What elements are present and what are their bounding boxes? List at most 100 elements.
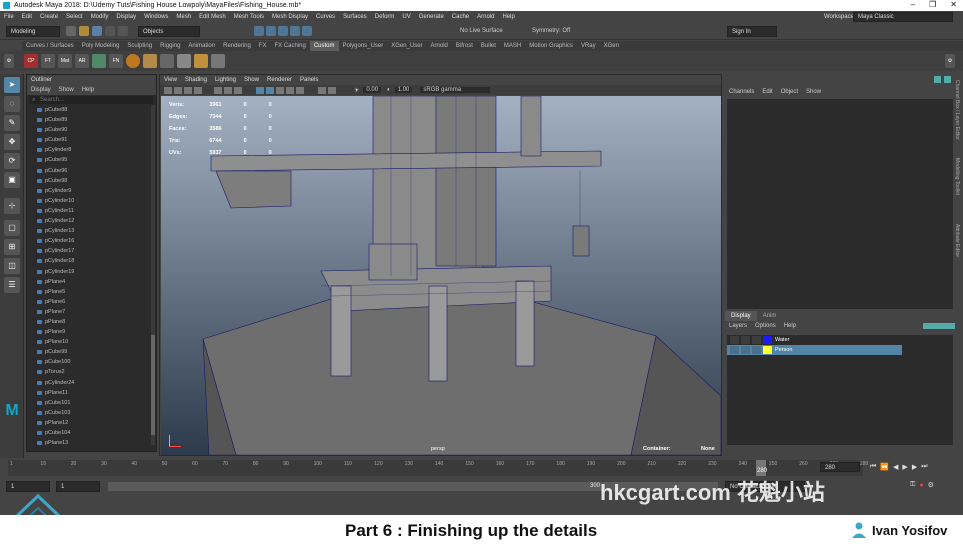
- step-forward-frame-icon[interactable]: ▶: [912, 463, 917, 471]
- shelf-tab[interactable]: Arnold: [427, 41, 452, 51]
- shelf-tab-custom[interactable]: Custom: [309, 41, 339, 51]
- snap-view-icon[interactable]: [290, 26, 300, 36]
- live-surface-label[interactable]: No Live Surface: [460, 28, 503, 34]
- outliner-item[interactable]: pCylinder24: [27, 378, 156, 388]
- outliner-search-input[interactable]: ⌕ Search...: [30, 96, 153, 104]
- viewport-canvas[interactable]: Verts: 3961 0 0 Edges: 7344 0 0 Faces: 3586 0 0 Tris…: [161, 96, 721, 455]
- layer-row-water[interactable]: Water: [727, 335, 902, 345]
- outliner-item[interactable]: pPlane12: [27, 418, 156, 428]
- four-view-layout-icon[interactable]: ⊞: [4, 239, 20, 255]
- shelf-tab[interactable]: Animation: [184, 41, 219, 51]
- new-layer-icon[interactable]: [939, 323, 947, 329]
- snap-surface-icon[interactable]: [302, 26, 312, 36]
- side-tab-attribute-editor[interactable]: Attribute Editor: [954, 224, 960, 274]
- outliner-layout-icon[interactable]: ☰: [4, 277, 20, 293]
- undo-icon[interactable]: [105, 26, 115, 36]
- shelf-tab[interactable]: Motion Graphics: [525, 41, 577, 51]
- workspace-select[interactable]: Maya Classic: [853, 12, 953, 22]
- shelf-button-ar[interactable]: AR: [75, 54, 89, 68]
- play-forward-icon[interactable]: ▶: [902, 463, 907, 471]
- symmetry-label[interactable]: Symmetry: Off: [532, 28, 570, 34]
- viewport-menu-view[interactable]: View: [160, 75, 181, 85]
- menu-windows[interactable]: Windows: [140, 11, 172, 23]
- sign-in-button[interactable]: Sign In: [727, 26, 777, 37]
- outliner-item[interactable]: pPlane13: [27, 438, 156, 448]
- snap-curve-icon[interactable]: [266, 26, 276, 36]
- outliner-item[interactable]: pCube100: [27, 357, 156, 367]
- viewport-menu-shading[interactable]: Shading: [181, 75, 211, 85]
- menu-cache[interactable]: Cache: [448, 11, 473, 23]
- shelf-crate-icon[interactable]: [143, 54, 157, 68]
- outliner-item[interactable]: pCylinder8: [27, 145, 156, 155]
- outliner-item[interactable]: pCylinder17: [27, 246, 156, 256]
- new-layer-selected-icon[interactable]: [947, 323, 955, 329]
- viewport-menu-panels[interactable]: Panels: [296, 75, 322, 85]
- snap-grid-icon[interactable]: [254, 26, 264, 36]
- outliner-item[interactable]: pCube96: [27, 166, 156, 176]
- outliner-item[interactable]: pCylinder12: [27, 216, 156, 226]
- shelf-button-ft[interactable]: FT: [41, 54, 55, 68]
- paint-select-tool-icon[interactable]: ✎: [4, 115, 20, 131]
- save-scene-icon[interactable]: [92, 26, 102, 36]
- shelf-cube-icon[interactable]: [92, 54, 106, 68]
- outliner-item[interactable]: pCube88: [27, 105, 156, 115]
- side-tab-channel-box[interactable]: Channel Box / Layer Editor: [954, 80, 960, 150]
- preferences-icon[interactable]: ⚙: [928, 481, 934, 489]
- redo-icon[interactable]: [118, 26, 128, 36]
- channel-menu-object[interactable]: Object: [777, 87, 802, 97]
- outliner-scrollbar[interactable]: [151, 105, 155, 445]
- outliner-item[interactable]: pCube95: [27, 155, 156, 165]
- shelf-sphere-icon[interactable]: [126, 54, 140, 68]
- maximize-button[interactable]: ❐: [929, 0, 936, 11]
- close-button[interactable]: ✕: [950, 0, 957, 11]
- move-tool-icon[interactable]: ✥: [4, 134, 20, 150]
- bookmarks-icon[interactable]: [184, 86, 192, 94]
- outliner-item[interactable]: pPlane6: [27, 297, 156, 307]
- menu-help[interactable]: Help: [498, 11, 518, 23]
- viewport-menu-lighting[interactable]: Lighting: [211, 75, 240, 85]
- current-frame-field[interactable]: 280: [820, 462, 860, 472]
- shelf-lattice-icon[interactable]: [177, 54, 191, 68]
- select-tool-icon[interactable]: ➤: [4, 77, 20, 93]
- menu-arnold[interactable]: Arnold: [473, 11, 498, 23]
- layer-tab-anim[interactable]: Anim: [757, 311, 783, 321]
- menu-uv[interactable]: UV: [398, 11, 414, 23]
- shelf-tab[interactable]: XGen: [600, 41, 623, 51]
- outliner-item[interactable]: pPlane7: [27, 307, 156, 317]
- shelf-button-mat[interactable]: Mat: [58, 54, 72, 68]
- outliner-item[interactable]: pCube99: [27, 347, 156, 357]
- outliner-menu-display[interactable]: Display: [27, 85, 55, 95]
- layer-color-swatch[interactable]: [763, 336, 772, 344]
- layer-menu-layers[interactable]: Layers: [725, 321, 751, 331]
- layer-row-person[interactable]: Person: [727, 345, 902, 355]
- outliner-item[interactable]: pPlane8: [27, 317, 156, 327]
- textured-icon[interactable]: [276, 86, 284, 94]
- lasso-tool-icon[interactable]: ◌: [4, 96, 20, 112]
- shelf-tab[interactable]: MASH: [500, 41, 525, 51]
- shelf-button-fn[interactable]: FN: [109, 54, 123, 68]
- menu-edit-mesh[interactable]: Edit Mesh: [195, 11, 230, 23]
- outliner-item[interactable]: pPlane11: [27, 388, 156, 398]
- menu-curves[interactable]: Curves: [312, 11, 339, 23]
- gamma-value[interactable]: 1.00: [394, 87, 413, 93]
- camera-attributes-icon[interactable]: [174, 86, 182, 94]
- menu-mesh-display[interactable]: Mesh Display: [268, 11, 312, 23]
- menu-mesh-tools[interactable]: Mesh Tools: [230, 11, 268, 23]
- side-tab-modelling-toolkit[interactable]: Modelling Toolkit: [954, 158, 960, 214]
- outliner-item[interactable]: pCylinder16: [27, 236, 156, 246]
- color-space-select[interactable]: sRGB gamma: [420, 87, 491, 93]
- shelf-tab[interactable]: Rendering: [219, 41, 255, 51]
- viewport-menu-renderer[interactable]: Renderer: [263, 75, 296, 85]
- new-scene-icon[interactable]: [66, 26, 76, 36]
- outliner-item[interactable]: pCube103: [27, 408, 156, 418]
- shelf-tab[interactable]: Rigging: [156, 41, 184, 51]
- xray-icon[interactable]: [328, 86, 336, 94]
- display-type-toggle[interactable]: [752, 346, 761, 354]
- open-scene-icon[interactable]: [79, 26, 89, 36]
- shadows-icon[interactable]: [296, 86, 304, 94]
- menu-generate[interactable]: Generate: [415, 11, 448, 23]
- menu-display[interactable]: Display: [112, 11, 140, 23]
- shelf-button-cp[interactable]: CP: [24, 54, 38, 68]
- layer-menu-help[interactable]: Help: [780, 321, 800, 331]
- shelf-tab[interactable]: XGen_User: [387, 41, 426, 51]
